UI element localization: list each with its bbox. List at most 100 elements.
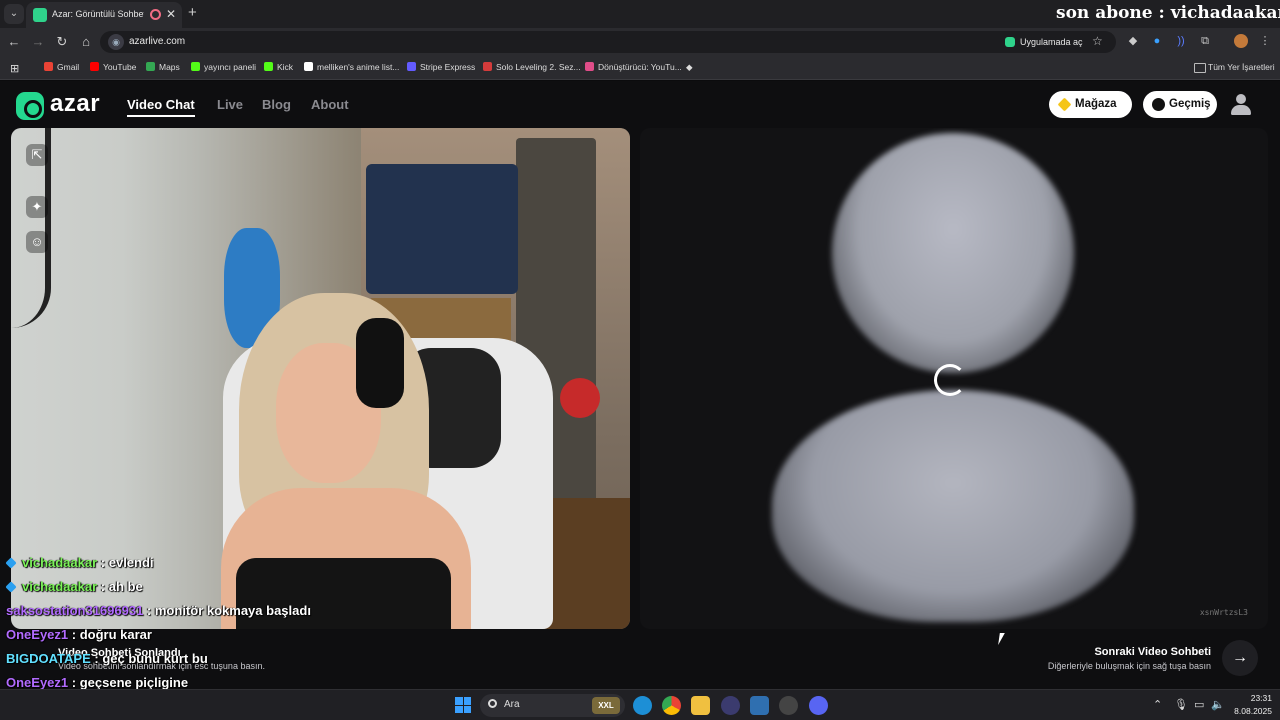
bookmark-favicon-icon bbox=[44, 62, 53, 71]
edge-icon[interactable] bbox=[633, 696, 652, 715]
search-highlight-badge: XXL bbox=[592, 697, 620, 714]
microphone-icon[interactable]: 🎙 bbox=[1174, 698, 1188, 711]
bookmark-label: Solo Leveling 2. Sez... bbox=[496, 62, 581, 72]
azar-logo-icon[interactable] bbox=[16, 92, 44, 120]
bookmark-favicon-icon bbox=[191, 62, 200, 71]
file-explorer-icon[interactable] bbox=[691, 696, 710, 715]
tab-azar[interactable]: Azar: Görüntülü Sohbet, Ar ✕ bbox=[26, 2, 182, 28]
bookmark-favicon-icon bbox=[90, 62, 99, 71]
extensions-puzzle-icon[interactable]: ⧉ bbox=[1198, 34, 1212, 48]
start-windows-icon[interactable] bbox=[455, 697, 471, 713]
nav-video-chat[interactable]: Video Chat bbox=[127, 97, 195, 117]
shop-button[interactable]: Mağaza bbox=[1049, 91, 1132, 118]
bookmark-label: Maps bbox=[159, 62, 180, 72]
app-circle-icon[interactable] bbox=[721, 696, 740, 715]
bookmark-favicon-icon bbox=[146, 62, 155, 71]
site-info-icon[interactable]: ◉ bbox=[108, 34, 124, 50]
tray-chevron-icon[interactable]: ⌃ bbox=[1153, 698, 1162, 711]
volume-icon[interactable]: 🔈 bbox=[1211, 698, 1225, 711]
recording-indicator-icon bbox=[150, 9, 161, 20]
windows-taskbar: Ara XXL ⌃ 🎙 ▭ 🔈 23:31 8.08.2025 bbox=[0, 689, 1280, 720]
taskbar-search[interactable]: Ara XXL bbox=[480, 694, 625, 717]
bookmark-item[interactable]: melliken's anime list... bbox=[304, 62, 399, 72]
history-label: Geçmiş bbox=[1169, 98, 1211, 110]
remote-video-placeholder: xsnWrtzsL3 bbox=[640, 128, 1268, 629]
bookmark-label: YouTube bbox=[103, 62, 137, 72]
bookmark-item[interactable]: Maps bbox=[146, 62, 180, 72]
next-chat-title: Sonraki Video Sohbeti bbox=[1094, 646, 1211, 658]
extension-diamond-icon[interactable]: ◆ bbox=[1126, 34, 1140, 48]
back-icon[interactable]: ← bbox=[6, 34, 22, 50]
obs-icon[interactable] bbox=[779, 696, 798, 715]
address-bar-row: ← → ↻ ⌂ ◉ azarlive.com Uygulamada aç ☆ bbox=[0, 28, 1280, 56]
clock-time[interactable]: 23:31 bbox=[1236, 693, 1272, 703]
bookmark-label: Gmail bbox=[57, 62, 80, 72]
bookmark-favicon-icon bbox=[264, 62, 273, 71]
forward-icon[interactable]: → bbox=[30, 34, 46, 50]
bookmark-item[interactable]: Stripe Express bbox=[407, 62, 475, 72]
shop-label: Mağaza bbox=[1075, 98, 1117, 110]
nav-live[interactable]: Live bbox=[217, 97, 243, 112]
bookmark-favicon-icon bbox=[585, 62, 594, 71]
azar-logo-text[interactable]: azar bbox=[50, 90, 100, 118]
browser-menu-icon[interactable]: ⋮ bbox=[1258, 34, 1272, 48]
background-figure bbox=[560, 378, 600, 418]
gem-icon bbox=[1057, 97, 1072, 112]
bookmark-label: Stripe Express bbox=[420, 62, 476, 72]
remote-id-watermark: xsnWrtzsL3 bbox=[1199, 608, 1248, 617]
app-cube-icon[interactable] bbox=[750, 696, 769, 715]
face-filter-icon[interactable]: ☺ bbox=[26, 231, 48, 253]
bookmark-item[interactable]: YouTube bbox=[90, 62, 136, 72]
placeholder-head bbox=[832, 133, 1074, 373]
person-top bbox=[236, 558, 451, 629]
tab-title: Azar: Görüntülü Sohbet, Ar bbox=[52, 9, 144, 19]
bookmark-more-icon[interactable]: ◆ bbox=[686, 62, 693, 73]
profile-avatar-icon[interactable] bbox=[1234, 34, 1248, 48]
background-banner bbox=[366, 164, 518, 294]
reload-icon[interactable]: ↻ bbox=[54, 34, 70, 50]
bookmark-item[interactable]: Dönüştürücü: YouTu... bbox=[585, 62, 682, 72]
bookmark-favicon-icon bbox=[304, 62, 313, 71]
bookmark-item[interactable]: Solo Leveling 2. Sez... bbox=[483, 62, 581, 72]
effects-sparkle-icon[interactable]: ✦ bbox=[26, 196, 48, 218]
person-headset bbox=[356, 318, 404, 408]
tab-search-button[interactable]: ⌄ bbox=[4, 4, 24, 24]
url-text[interactable]: azarlive.com bbox=[129, 36, 185, 47]
history-button[interactable]: Geçmiş bbox=[1143, 91, 1217, 118]
loading-spinner-icon bbox=[934, 364, 966, 396]
bookmark-label: yayıncı paneli bbox=[204, 62, 256, 72]
network-icon[interactable]: ▭ bbox=[1194, 698, 1204, 711]
open-in-app-button[interactable]: Uygulamada aç bbox=[1002, 34, 1089, 50]
bookmark-item[interactable]: Gmail bbox=[44, 62, 79, 72]
new-tab-button[interactable]: + bbox=[188, 4, 197, 21]
discord-icon[interactable] bbox=[809, 696, 828, 715]
clock-icon bbox=[1152, 98, 1165, 111]
home-icon[interactable]: ⌂ bbox=[78, 34, 94, 50]
extension-voice-icon[interactable]: )) bbox=[1174, 34, 1188, 48]
azar-favicon-icon bbox=[33, 8, 47, 22]
bookmark-label: melliken's anime list... bbox=[317, 62, 400, 72]
bookmark-item[interactable]: Kick bbox=[264, 62, 293, 72]
bookmarks-bar: ⊞ Gmail YouTube Maps yayıncı paneli Kick mell… bbox=[0, 56, 1280, 80]
swap-camera-icon[interactable]: ⇱ bbox=[26, 144, 48, 166]
extension-globe-icon[interactable]: ● bbox=[1150, 34, 1164, 48]
omnibox[interactable]: ◉ azarlive.com Uygulamada aç ☆ bbox=[100, 31, 1116, 53]
mouse-cursor-icon bbox=[998, 633, 1005, 645]
tab-bar: ⌄ Azar: Görüntülü Sohbet, Ar ✕ + son abo… bbox=[0, 0, 1280, 28]
tab-close-icon[interactable]: ✕ bbox=[166, 7, 176, 21]
all-bookmarks-link[interactable]: Tüm Yer İşaretleri bbox=[1194, 62, 1275, 73]
chrome-icon[interactable] bbox=[662, 696, 681, 715]
bookmark-item[interactable]: yayıncı paneli bbox=[191, 62, 256, 72]
clock-date[interactable]: 8.08.2025 bbox=[1226, 706, 1272, 716]
bookmark-star-icon[interactable]: ☆ bbox=[1092, 34, 1103, 48]
azar-app: azar Video Chat Live Blog About Mağaza G… bbox=[0, 81, 1280, 689]
user-avatar-icon[interactable] bbox=[1229, 92, 1253, 116]
apps-grid-icon[interactable]: ⊞ bbox=[10, 62, 19, 75]
chat-ended-subtitle: Video sohbetini sonlandırmak için esc tu… bbox=[58, 661, 265, 671]
next-chat-arrow-button[interactable]: → bbox=[1222, 640, 1258, 676]
bookmark-favicon-icon bbox=[483, 62, 492, 71]
nav-about[interactable]: About bbox=[311, 97, 349, 112]
bookmark-favicon-icon bbox=[407, 62, 416, 71]
local-camera-video bbox=[11, 128, 630, 629]
nav-blog[interactable]: Blog bbox=[262, 97, 291, 112]
